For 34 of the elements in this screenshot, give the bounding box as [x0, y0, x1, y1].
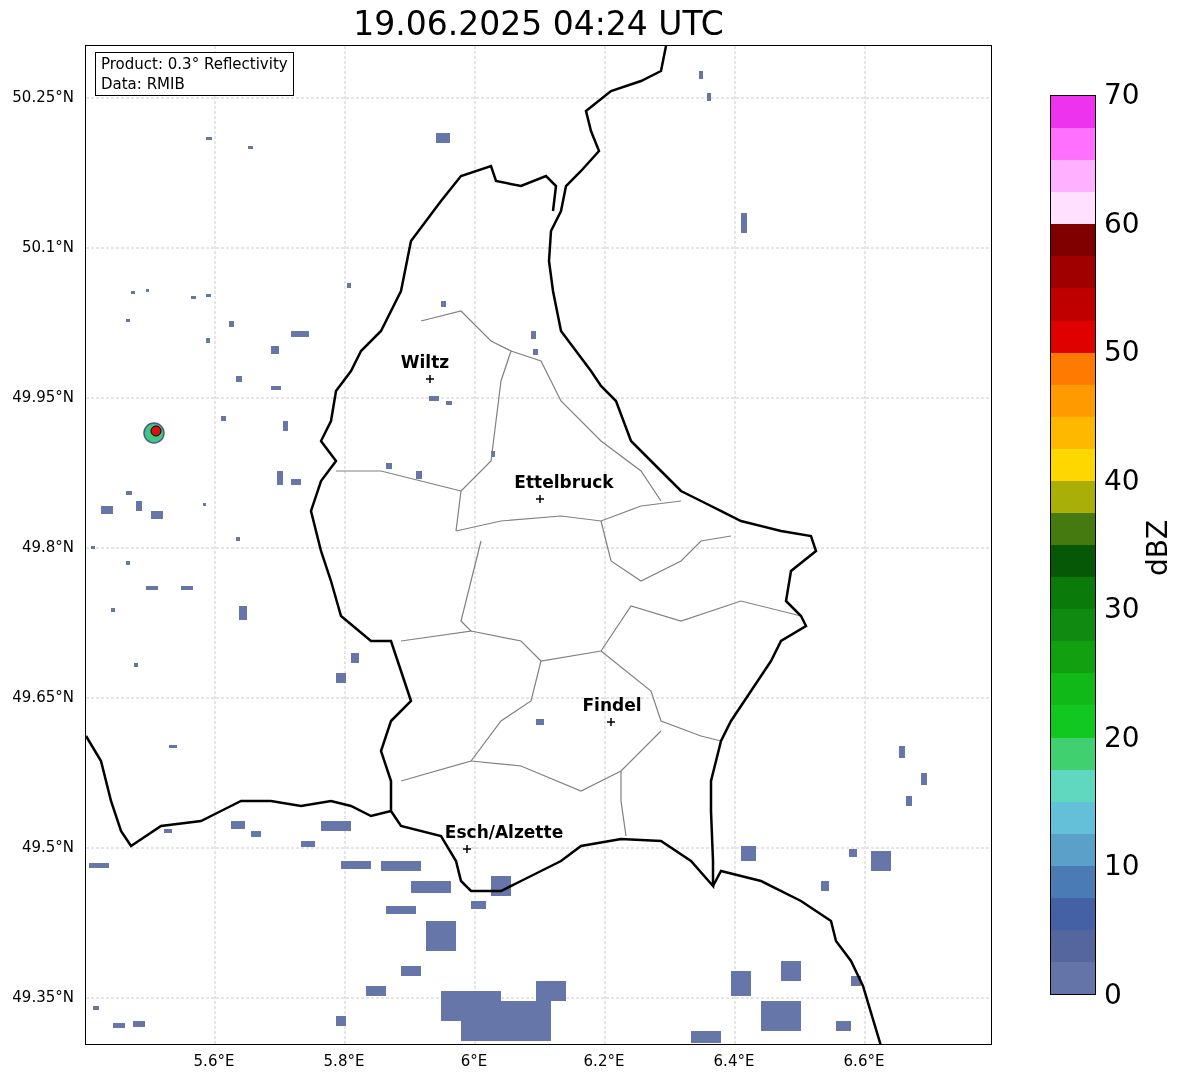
city-label: Findel [582, 694, 642, 718]
chart-title: 19.06.2025 04:24 UTC [352, 4, 725, 44]
x-tick-label: 5.8°E [323, 1051, 365, 1072]
city-label: Esch/Alzette [444, 821, 564, 845]
y-tick-label: 49.95°N [12, 386, 75, 408]
colorbar-label: dBZ [1140, 519, 1175, 577]
city-label: Ettelbruck [514, 471, 614, 495]
colorbar-tick-label: 10 [1104, 850, 1140, 883]
x-tick-label: 6.4°E [713, 1051, 755, 1072]
colorbar-tick-label: 40 [1104, 464, 1140, 497]
colorbar-tick-label: 30 [1104, 593, 1140, 626]
city-marker-icon [606, 717, 616, 727]
legend-text: Product: 0.3° Reflectivity [101, 54, 288, 74]
y-tick-label: 49.65°N [12, 686, 75, 708]
y-tick-label: 50.25°N [12, 86, 75, 108]
y-tick-label: 49.35°N [12, 986, 75, 1008]
colorbar-tick-label: 60 [1104, 207, 1140, 240]
colorbar-tick-label: 70 [1104, 79, 1140, 111]
y-tick-label: 49.8°N [21, 536, 75, 558]
legend-text: Data: RMIB [101, 74, 186, 94]
colorbar-tick-label: 20 [1104, 721, 1140, 754]
colorbar-tick-label: 50 [1104, 336, 1140, 369]
radar-site-icon [143, 422, 165, 444]
x-tick-label: 6°E [460, 1051, 488, 1072]
city-label: Wiltz [400, 351, 450, 375]
city-marker-icon [535, 494, 545, 504]
x-tick-label: 6.2°E [583, 1051, 625, 1072]
x-tick-label: 5.6°E [193, 1051, 235, 1072]
colorbar-tick-label: 0 [1104, 979, 1122, 1011]
x-tick-label: 6.6°E [843, 1051, 885, 1072]
city-marker-icon [425, 374, 435, 384]
city-marker-icon [462, 844, 472, 854]
y-tick-label: 50.1°N [21, 236, 75, 258]
y-tick-label: 49.5°N [21, 836, 75, 858]
